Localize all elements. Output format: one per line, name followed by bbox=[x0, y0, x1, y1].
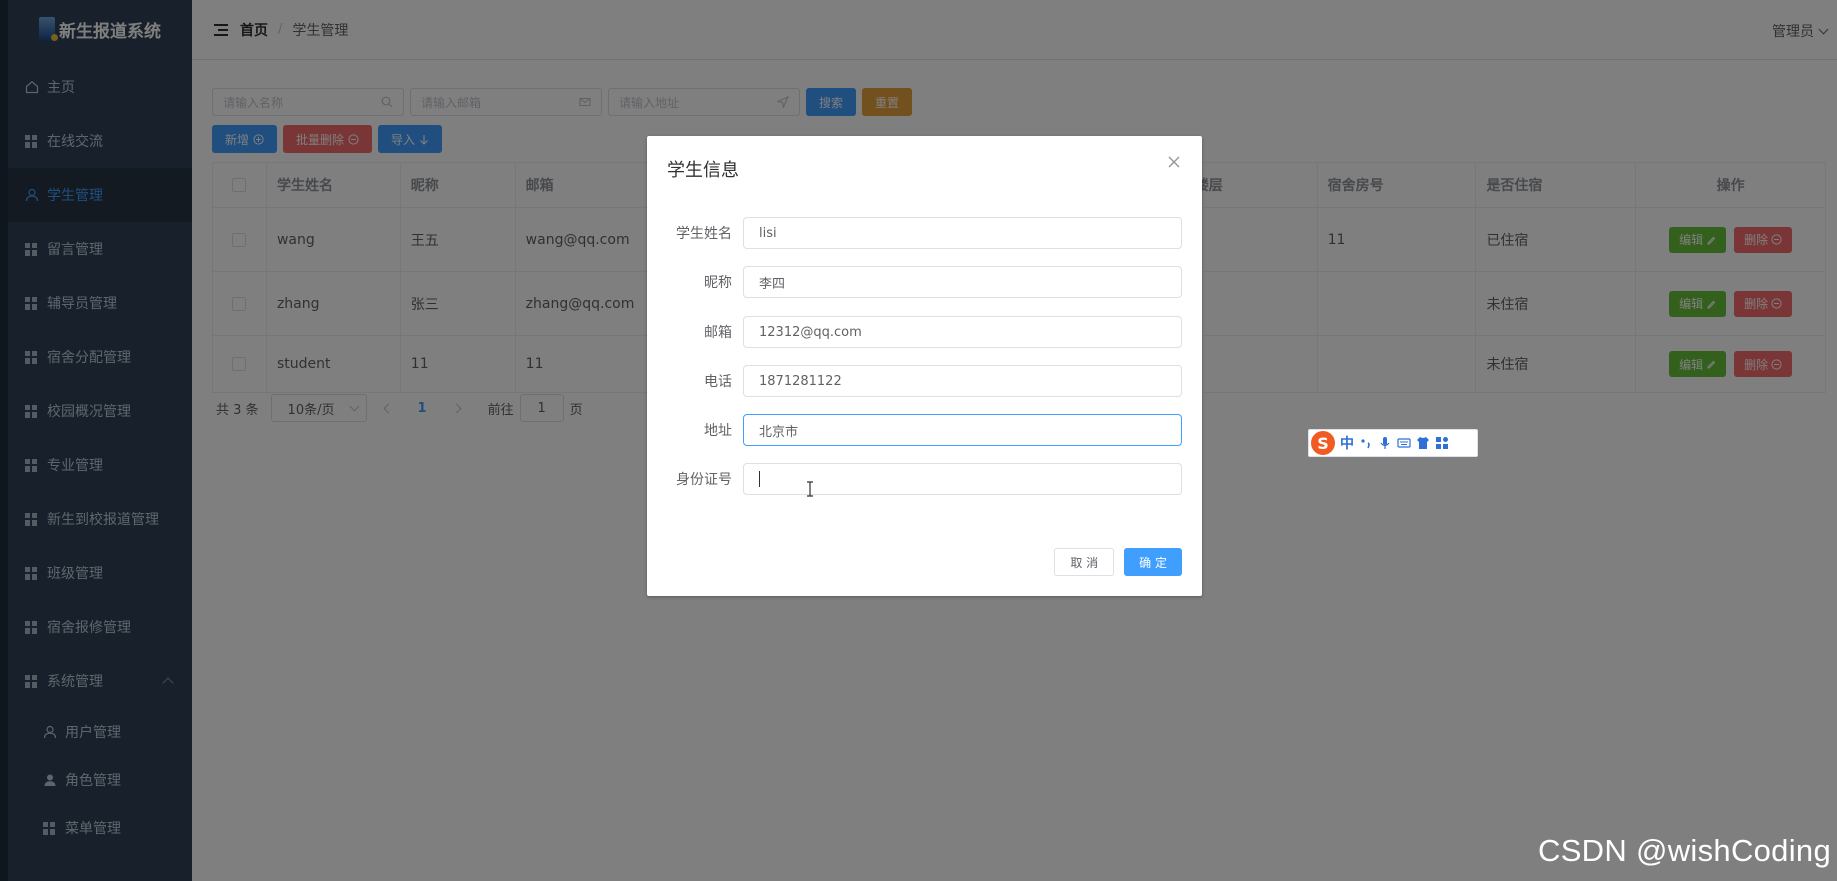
field-label: 地址 bbox=[704, 423, 732, 439]
keyboard-icon[interactable] bbox=[1397, 436, 1411, 450]
field-label: 电话 bbox=[704, 374, 732, 390]
field-label: 学生姓名 bbox=[676, 226, 732, 242]
form-row-email: 邮箱 12312@qq.com bbox=[647, 316, 1202, 348]
text-cursor-icon bbox=[807, 481, 813, 497]
close-icon[interactable] bbox=[1166, 154, 1182, 170]
form-row-nickname: 昵称 李四 bbox=[647, 266, 1202, 298]
ime-mode[interactable]: 中 bbox=[1340, 433, 1354, 453]
watermark: CSDN @wishCoding bbox=[1538, 833, 1831, 868]
text-caret bbox=[759, 471, 760, 487]
skin-icon[interactable] bbox=[1416, 436, 1430, 450]
form-row-idcard: 身份证号 bbox=[647, 463, 1202, 495]
ime-toolbar[interactable]: S 中 bbox=[1308, 429, 1478, 457]
name-field[interactable]: lisi bbox=[743, 217, 1182, 249]
field-label: 身份证号 bbox=[676, 472, 732, 488]
field-label: 邮箱 bbox=[704, 325, 732, 341]
phone-field[interactable]: 1871281122 bbox=[743, 365, 1182, 397]
form-row-name: 学生姓名 lisi bbox=[647, 217, 1202, 249]
student-info-dialog: 学生信息 学生姓名 lisi 昵称 李四 邮箱 12312@qq.com 电话 … bbox=[647, 136, 1202, 596]
dialog-title: 学生信息 bbox=[667, 160, 739, 181]
sogou-logo-icon[interactable]: S bbox=[1311, 431, 1335, 455]
field-label: 昵称 bbox=[704, 275, 732, 291]
form-row-address: 地址 北京市 bbox=[647, 414, 1202, 446]
dialog-footer: 取 消 确 定 bbox=[1054, 548, 1182, 576]
cancel-button[interactable]: 取 消 bbox=[1054, 548, 1115, 576]
microphone-icon[interactable] bbox=[1378, 436, 1392, 450]
apps-icon[interactable] bbox=[1435, 436, 1449, 450]
email-field[interactable]: 12312@qq.com bbox=[743, 316, 1182, 348]
confirm-button[interactable]: 确 定 bbox=[1124, 548, 1182, 576]
address-field[interactable]: 北京市 bbox=[743, 414, 1182, 446]
form-row-phone: 电话 1871281122 bbox=[647, 365, 1202, 397]
nickname-field[interactable]: 李四 bbox=[743, 266, 1182, 298]
punctuation-icon[interactable] bbox=[1359, 436, 1373, 450]
